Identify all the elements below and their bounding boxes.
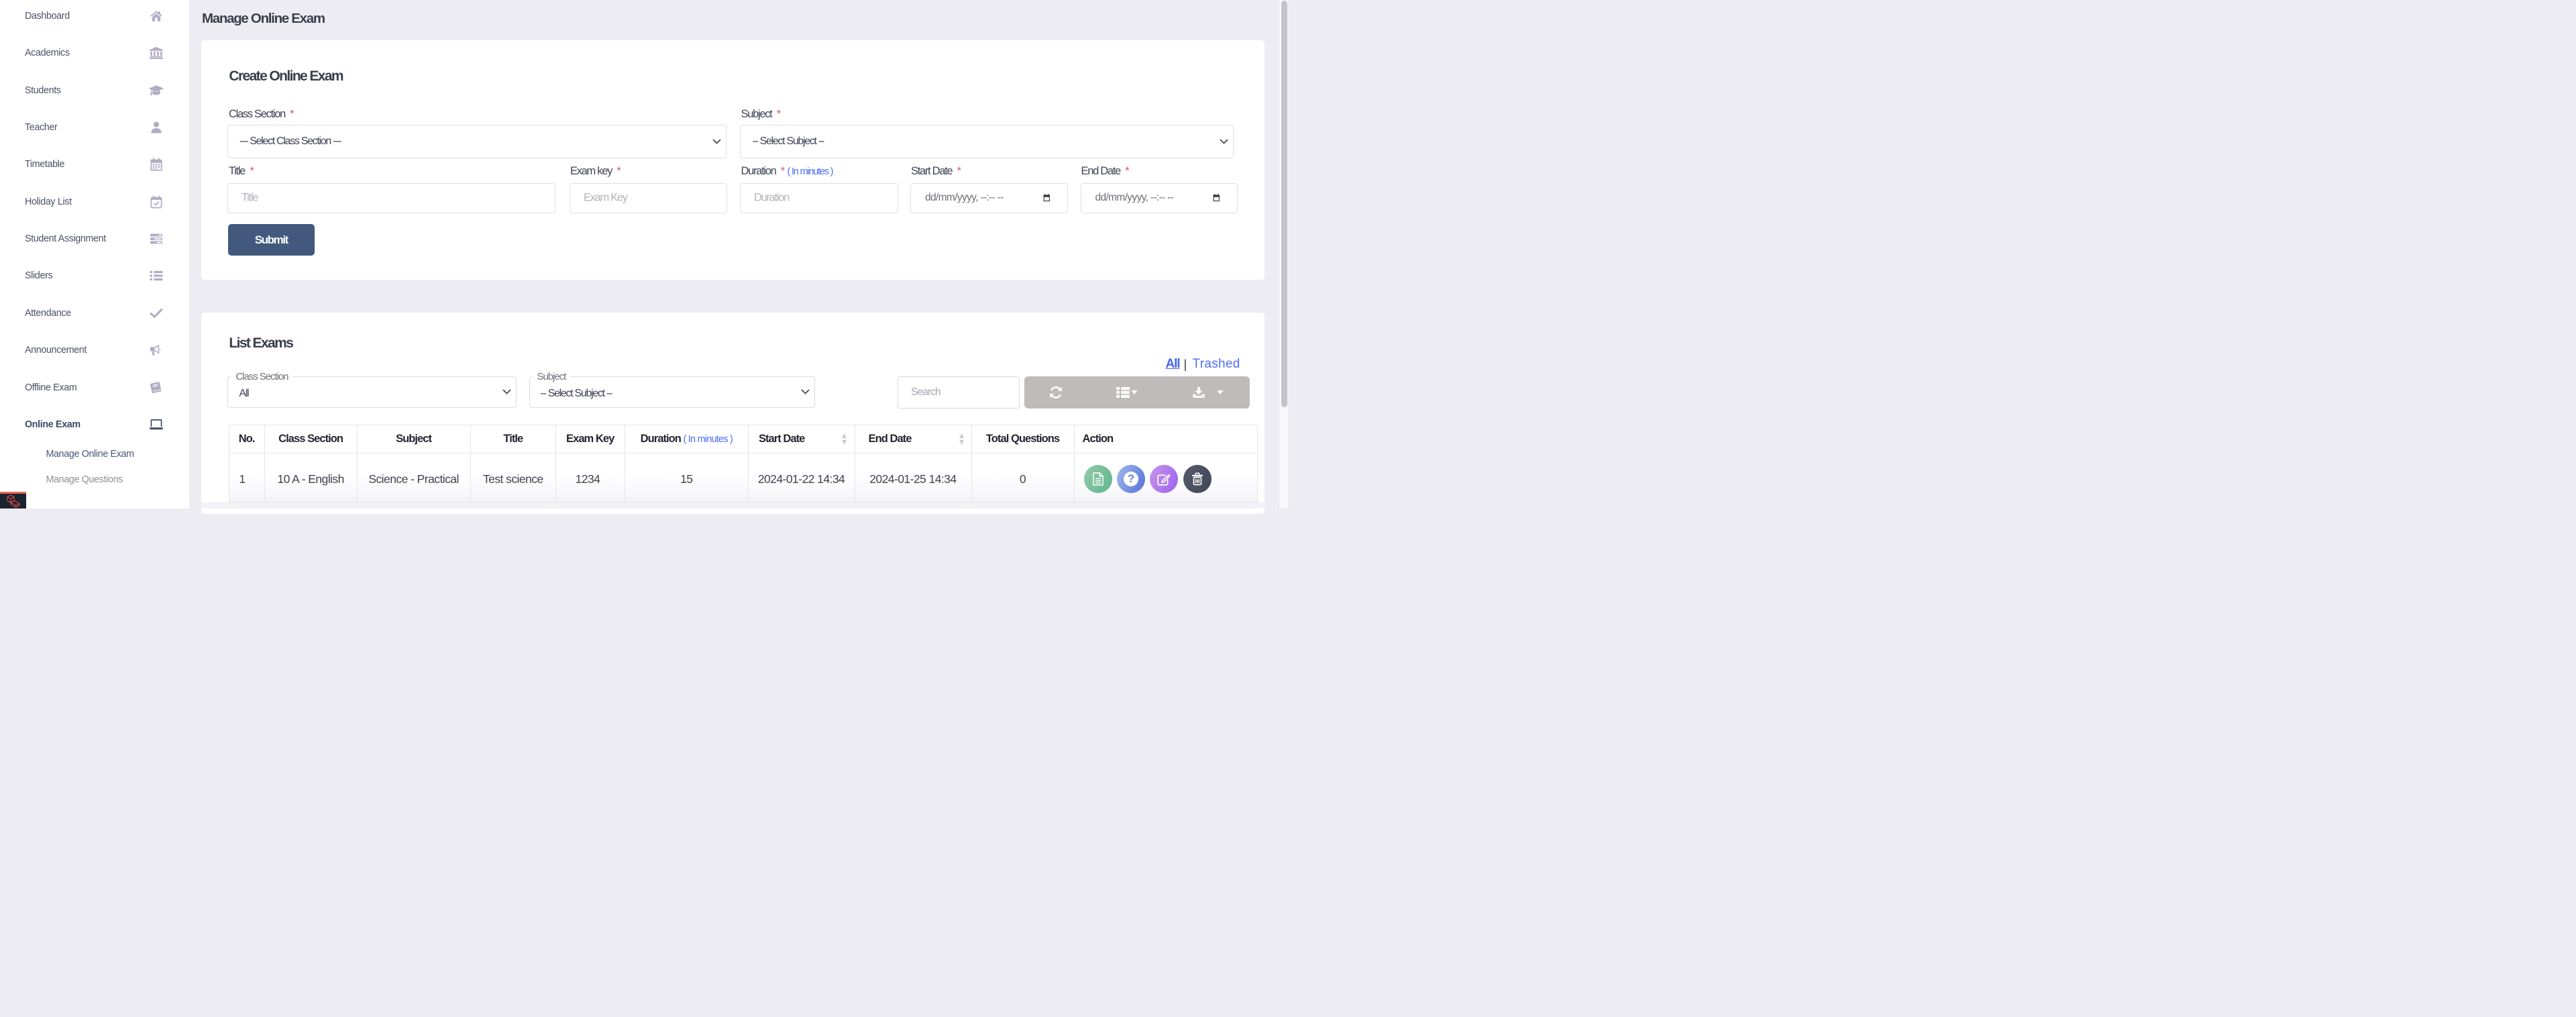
svg-text:?: ? [1128,473,1134,485]
